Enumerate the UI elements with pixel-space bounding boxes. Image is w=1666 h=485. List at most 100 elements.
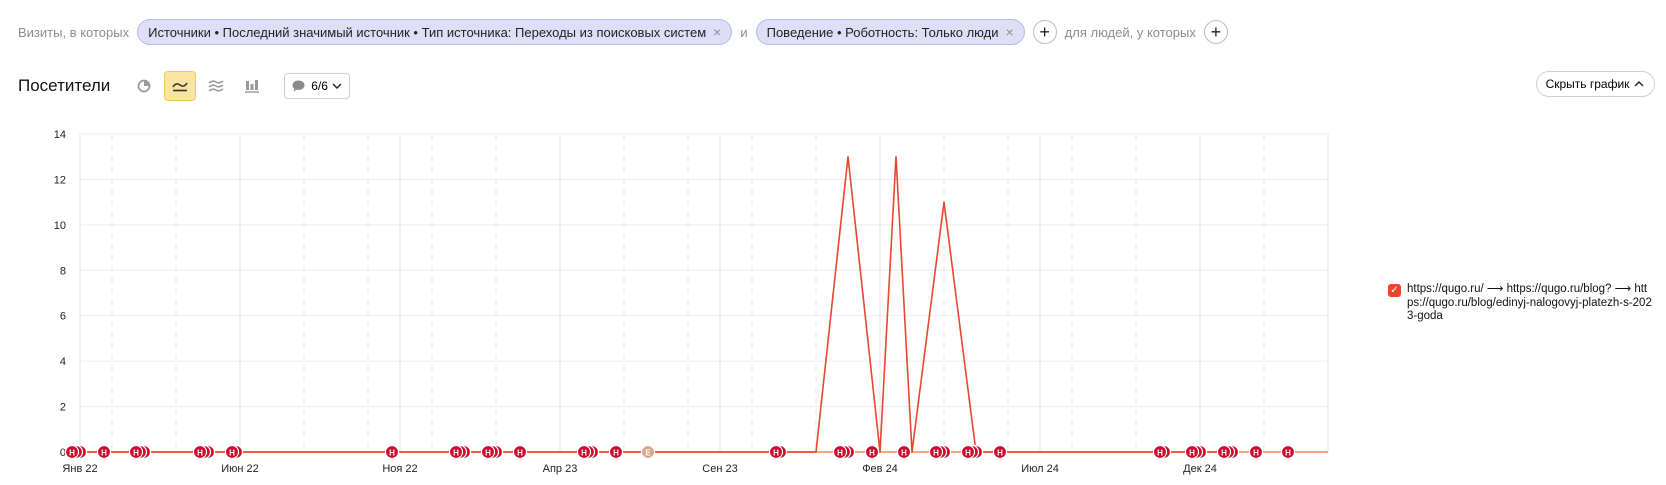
note-letter: Н	[389, 449, 395, 458]
x-tick-label: Дек 24	[1183, 463, 1217, 475]
notes-dropdown-button[interactable]: 6/6	[284, 73, 350, 99]
note-letter: Е	[645, 449, 651, 458]
y-tick-label: 4	[60, 356, 66, 368]
chart-legend: ✓ https://qugo.ru/ ⟶ https://qugo.ru/blo…	[1388, 283, 1653, 324]
note-letter: Н	[933, 449, 939, 458]
note-marker[interactable]: Н	[1216, 444, 1240, 460]
page-title: Посетители	[18, 76, 111, 95]
add-people-condition-button[interactable]: +	[1203, 20, 1228, 44]
filter-prefix-label: Визиты, в которых	[18, 24, 130, 40]
note-letter: Н	[101, 449, 107, 458]
note-marker[interactable]: Н	[960, 444, 984, 460]
note-marker[interactable]: Н	[768, 444, 788, 460]
note-letter: Н	[197, 449, 203, 458]
filter-chip-robots[interactable]: Поведение • Роботность: Только люди ×	[755, 19, 1025, 45]
note-marker[interactable]: Е	[640, 444, 656, 460]
chart-type-area-button[interactable]	[200, 71, 232, 101]
note-marker[interactable]: Н	[1248, 444, 1264, 460]
plot-border	[79, 133, 1329, 453]
chart-type-pie-button[interactable]	[128, 71, 160, 101]
note-letter: Н	[997, 449, 1003, 458]
note-marker[interactable]: Н	[608, 444, 624, 460]
visitors-line-chart: 02468101214 НННННННННННЕНННННННННННН Янв…	[54, 129, 1329, 475]
legend-item-label: https://qugo.ru/ ⟶ https://qugo.ru/blog?…	[1407, 283, 1652, 322]
note-marker[interactable]: Н	[192, 444, 216, 460]
note-letter: Н	[517, 449, 523, 458]
close-icon[interactable]: ×	[713, 24, 721, 40]
note-marker[interactable]: Н	[448, 444, 472, 460]
note-letter: Н	[1221, 449, 1227, 458]
note-marker[interactable]: Н	[384, 444, 400, 460]
pie-chart-icon	[137, 79, 151, 93]
note-marker[interactable]: Н	[832, 444, 856, 460]
x-tick-label: Июл 24	[1021, 463, 1059, 475]
y-axis: 02468101214	[54, 129, 66, 459]
note-letter: Н	[69, 449, 75, 458]
chart-type-switcher	[128, 71, 268, 101]
note-letter: Н	[1157, 449, 1163, 458]
note-marker[interactable]: Н	[512, 444, 528, 460]
x-tick-label: Сен 23	[702, 463, 737, 475]
note-letter: Н	[581, 449, 587, 458]
y-tick-label: 8	[60, 265, 66, 277]
x-tick-label: Янв 22	[62, 463, 97, 475]
chart-grid	[79, 133, 1329, 453]
note-marker[interactable]: Н	[1280, 444, 1296, 460]
filter-chip-label: Поведение • Роботность: Только люди	[766, 24, 999, 40]
comment-icon	[292, 80, 305, 92]
x-tick-label: Фев 24	[862, 463, 898, 475]
y-tick-label: 10	[54, 220, 66, 232]
note-marker[interactable]: Н	[96, 444, 112, 460]
y-tick-label: 2	[60, 402, 66, 414]
hide-chart-label: Скрыть график	[1545, 77, 1630, 91]
hide-chart-button[interactable]: Скрыть график	[1536, 71, 1655, 97]
note-marker[interactable]: Н	[64, 444, 88, 460]
series-line	[80, 155, 1232, 453]
legend-checkbox[interactable]: ✓	[1388, 284, 1401, 297]
note-marker[interactable]: Н	[864, 444, 880, 460]
note-letter: Н	[1253, 449, 1259, 458]
note-marker[interactable]: Н	[1152, 444, 1172, 460]
y-tick-label: 14	[54, 129, 66, 141]
close-icon[interactable]: ×	[1005, 24, 1013, 40]
notes-count: 6/6	[311, 79, 328, 93]
note-marker[interactable]: Н	[992, 444, 1008, 460]
line-chart-icon	[172, 82, 188, 92]
chart-type-line-button[interactable]	[164, 71, 197, 101]
people-condition-label: для людей, у которых	[1064, 24, 1196, 40]
note-letter: Н	[229, 449, 235, 458]
note-marker[interactable]: Н	[928, 444, 952, 460]
column-chart-icon	[245, 80, 260, 93]
x-axis: Янв 22 Июн 22 Ноя 22 Апр 23 Сен 23 Фев 24 Июл …	[62, 463, 1216, 475]
note-letter: Н	[869, 449, 875, 458]
segment-filter-bar: Визиты, в которых Источники • Последний …	[18, 18, 1228, 46]
filter-chip-source[interactable]: Источники • Последний значимый источник …	[137, 19, 733, 45]
add-visit-condition-button[interactable]: +	[1032, 20, 1057, 44]
note-letter: Н	[1189, 449, 1195, 458]
note-marker[interactable]: Н	[480, 444, 504, 460]
y-tick-label: 6	[60, 311, 66, 323]
note-marker[interactable]: Н	[1184, 444, 1208, 460]
note-letter: Н	[773, 449, 779, 458]
x-tick-label: Апр 23	[543, 463, 578, 475]
chart-toolbar: Посетители 6/6	[18, 70, 350, 102]
stacked-area-icon	[208, 80, 224, 92]
note-letter: Н	[453, 449, 459, 458]
note-marker[interactable]: Н	[576, 444, 600, 460]
note-letter: Н	[901, 449, 907, 458]
note-letter: Н	[1285, 449, 1291, 458]
note-marker[interactable]: Н	[224, 444, 244, 460]
chart-type-column-button[interactable]	[236, 71, 268, 101]
note-letter: Н	[837, 449, 843, 458]
note-letter: Н	[613, 449, 619, 458]
note-marker[interactable]: Н	[896, 444, 912, 460]
chevron-up-icon	[1634, 81, 1644, 87]
note-letter: Н	[133, 449, 139, 458]
note-marker[interactable]: Н	[128, 444, 152, 460]
filter-conjunction: и	[740, 24, 748, 40]
filter-chip-label: Источники • Последний значимый источник …	[148, 24, 707, 40]
y-tick-label: 12	[54, 174, 66, 186]
chart-series	[80, 155, 1328, 453]
x-tick-label: Ноя 22	[382, 463, 417, 475]
note-letter: Н	[965, 449, 971, 458]
